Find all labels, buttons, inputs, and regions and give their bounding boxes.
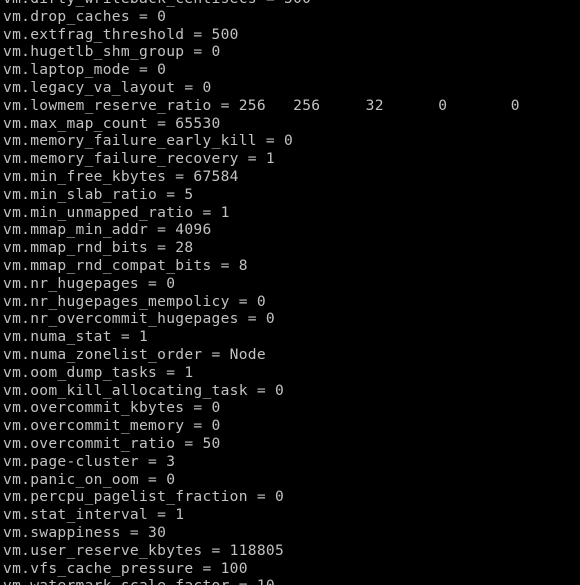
- terminal-line: vm.nr_hugepages = 0: [3, 274, 176, 292]
- terminal-line: vm.mmap_rnd_bits = 28: [3, 239, 194, 257]
- terminal-line: vm.hugetlb_shm_group = 0: [3, 43, 221, 61]
- terminal-line: vm.overcommit_kbytes = 0: [3, 399, 221, 417]
- terminal-line: vm.overcommit_ratio = 50: [3, 434, 221, 452]
- terminal-line: vm.laptop_mode = 0: [3, 61, 167, 79]
- terminal-line: vm.oom_kill_allocating_task = 0: [3, 381, 285, 399]
- terminal-line: vm.memory_failure_recovery = 1: [3, 150, 275, 168]
- terminal-line: vm.stat_interval = 1: [3, 506, 185, 524]
- terminal-line: vm.vfs_cache_pressure = 100: [3, 559, 248, 577]
- terminal-line: vm.nr_overcommit_hugepages = 0: [3, 310, 275, 328]
- terminal-line: vm.nr_hugepages_mempolicy = 0: [3, 292, 266, 310]
- terminal-line: vm.oom_dump_tasks = 1: [3, 363, 194, 381]
- terminal-line: vm.extfrag_threshold = 500: [3, 25, 239, 43]
- terminal-line: vm.swappiness = 30: [3, 523, 167, 541]
- terminal-line: vm.min_unmapped_ratio = 1: [3, 203, 230, 221]
- terminal-line: vm.watermark_scale_factor = 10: [3, 577, 580, 585]
- terminal-line: vm.drop_caches = 0: [3, 7, 167, 25]
- terminal-line: vm.max_map_count = 65530: [3, 114, 221, 132]
- terminal-line: vm.page-cluster = 3: [3, 452, 176, 470]
- terminal-line: vm.min_free_kbytes = 67584: [3, 167, 239, 185]
- terminal-window[interactable]: vm.dirty_writeback_centisecs = 500vm.dro…: [0, 0, 580, 585]
- terminal-line: vm.panic_on_oom = 0: [3, 470, 176, 488]
- terminal-line: vm.user_reserve_kbytes = 118805: [3, 541, 285, 559]
- terminal-scrollback[interactable]: vm.dirty_writeback_centisecs = 500vm.dro…: [0, 0, 580, 585]
- terminal-line: vm.overcommit_memory = 0: [3, 417, 221, 435]
- terminal-line: vm.lowmem_reserve_ratio = 256 256 32 0 0: [3, 96, 520, 114]
- terminal-line: vm.numa_stat = 1: [3, 328, 149, 346]
- terminal-line: vm.legacy_va_layout = 0: [3, 78, 212, 96]
- terminal-line: vm.dirty_writeback_centisecs = 500: [3, 0, 580, 8]
- terminal-line: vm.percpu_pagelist_fraction = 0: [3, 488, 285, 506]
- terminal-line: vm.mmap_min_addr = 4096: [3, 221, 212, 239]
- terminal-line: vm.memory_failure_early_kill = 0: [3, 132, 294, 150]
- terminal-line: vm.mmap_rnd_compat_bits = 8: [3, 256, 248, 274]
- terminal-line: vm.numa_zonelist_order = Node: [3, 345, 266, 363]
- terminal-line: vm.min_slab_ratio = 5: [3, 185, 194, 203]
